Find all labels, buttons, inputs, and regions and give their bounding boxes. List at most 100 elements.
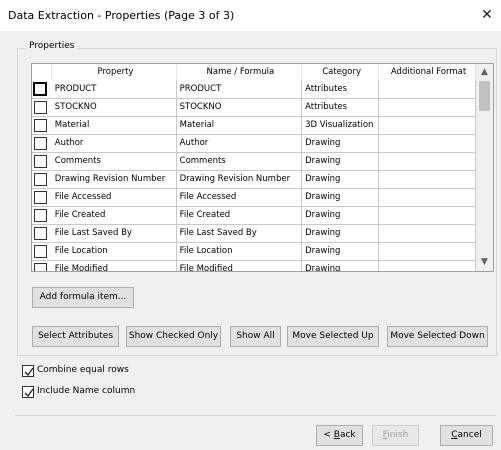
row-check-cell: [32, 152, 52, 171]
table-row[interactable]: File Modified File Modified Drawing: [32, 260, 476, 271]
properties-grid[interactable]: Property Name / Formula Category Additio…: [31, 63, 494, 272]
row-checkbox[interactable]: [34, 101, 47, 114]
property-cell: File Accessed: [51, 188, 177, 207]
property-cell: Drawing Revision Number: [51, 170, 177, 189]
category-cell: Drawing: [301, 188, 380, 207]
additional-format-cell[interactable]: [378, 134, 476, 153]
name-formula-cell: File Location: [176, 242, 303, 261]
row-checkbox[interactable]: [34, 173, 47, 186]
add-formula-item-button[interactable]: Add formula item...: [32, 287, 134, 308]
name-formula-cell: STOCKNO: [176, 98, 303, 117]
row-check-cell: [32, 98, 52, 117]
footer-separator: [15, 415, 496, 416]
row-checkbox[interactable]: [34, 209, 47, 222]
table-row[interactable]: File Last Saved By File Last Saved By Draw…: [32, 224, 476, 243]
category-cell: Drawing: [301, 206, 380, 225]
additional-format-cell[interactable]: [378, 242, 476, 261]
column-header-category[interactable]: Category: [301, 64, 380, 80]
include-name-column-label: Include Name column: [37, 386, 136, 396]
select-attributes-button[interactable]: Select Attributes: [32, 326, 119, 347]
table-row[interactable]: Comments Comments Drawing: [32, 152, 476, 171]
combine-equal-rows-checkbox[interactable]: [22, 365, 34, 377]
cancel-button[interactable]: Cancel: [440, 425, 493, 446]
category-cell: Drawing: [301, 152, 380, 171]
checkmark-icon: [24, 388, 34, 398]
scroll-thumb[interactable]: [479, 81, 490, 111]
row-check-cell: [32, 206, 52, 225]
show-checked-only-button[interactable]: Show Checked Only: [126, 326, 221, 347]
cancel-rest: ancel: [457, 430, 482, 440]
row-checkbox[interactable]: [34, 119, 47, 132]
column-header-property[interactable]: Property: [51, 64, 177, 80]
name-formula-cell: Material: [176, 116, 303, 135]
scroll-up-icon[interactable]: ▲: [476, 64, 493, 81]
property-cell: File Modified: [51, 260, 177, 271]
table-row[interactable]: File Location File Location Drawing: [32, 242, 476, 261]
name-formula-cell: File Last Saved By: [176, 224, 303, 243]
table-row[interactable]: File Created File Created Drawing: [32, 206, 476, 225]
name-formula-cell: PRODUCT: [176, 80, 303, 99]
row-checkbox[interactable]: [33, 81, 47, 96]
property-cell: Material: [51, 116, 177, 135]
table-row[interactable]: Material Material 3D Visualization: [32, 116, 476, 135]
table-row[interactable]: PRODUCT PRODUCT Attributes: [32, 80, 476, 99]
row-check-cell: [32, 260, 52, 271]
table-row[interactable]: Author Author Drawing: [32, 134, 476, 153]
additional-format-cell[interactable]: [378, 260, 476, 271]
column-header-name-formula[interactable]: Name / Formula: [176, 64, 303, 80]
name-formula-cell: Author: [176, 134, 303, 153]
table-row[interactable]: File Accessed File Accessed Drawing: [32, 188, 476, 207]
category-cell: Drawing: [301, 242, 380, 261]
additional-format-cell[interactable]: [378, 206, 476, 225]
finish-rest: inish: [387, 430, 409, 440]
additional-format-cell[interactable]: [378, 116, 476, 135]
category-cell: Drawing: [301, 260, 380, 271]
row-check-cell: [32, 116, 52, 135]
row-check-cell: [32, 188, 52, 207]
name-formula-cell: File Accessed: [176, 188, 303, 207]
row-checkbox[interactable]: [34, 137, 47, 150]
row-check-cell: [32, 224, 52, 243]
additional-format-cell[interactable]: [378, 224, 476, 243]
row-checkbox[interactable]: [34, 263, 47, 271]
row-check-cell: [32, 170, 52, 189]
table-header-row: Property Name / Formula Category Additio…: [32, 64, 476, 80]
finish-button: Finish: [372, 425, 419, 446]
row-checkbox[interactable]: [34, 245, 47, 258]
table-row[interactable]: Drawing Revision Number Drawing Revision …: [32, 170, 476, 189]
category-cell: Attributes: [301, 80, 380, 99]
move-selected-up-button[interactable]: Move Selected Up: [287, 326, 379, 347]
move-selected-down-button[interactable]: Move Selected Down: [387, 326, 488, 347]
show-all-button[interactable]: Show All: [230, 326, 281, 347]
name-formula-cell: Drawing Revision Number: [176, 170, 303, 189]
additional-format-cell[interactable]: [378, 170, 476, 189]
row-check-cell: [32, 80, 52, 99]
close-icon[interactable]: ✕: [473, 0, 501, 31]
name-formula-cell: File Modified: [176, 260, 303, 271]
table-body: PRODUCT PRODUCT Attributes STOCKNO STOCKNO At…: [32, 80, 476, 271]
category-cell: 3D Visualization: [301, 116, 380, 135]
property-cell: File Created: [51, 206, 177, 225]
property-cell: STOCKNO: [51, 98, 177, 117]
property-cell: Author: [51, 134, 177, 153]
window-title: Data Extraction - Properties (Page 3 of …: [8, 9, 235, 22]
additional-format-cell[interactable]: [378, 98, 476, 117]
name-formula-cell: Comments: [176, 152, 303, 171]
vertical-scrollbar[interactable]: ▲ ▼: [476, 64, 493, 271]
include-name-column-checkbox[interactable]: [22, 386, 34, 398]
properties-table: Property Name / Formula Category Additio…: [32, 64, 476, 271]
property-cell: Comments: [51, 152, 177, 171]
row-checkbox[interactable]: [34, 155, 47, 168]
additional-format-cell[interactable]: [378, 80, 476, 99]
back-button[interactable]: < Back: [316, 425, 363, 446]
additional-format-cell[interactable]: [378, 152, 476, 171]
column-header-additional-format[interactable]: Additional Format: [378, 64, 476, 80]
additional-format-cell[interactable]: [378, 188, 476, 207]
category-cell: Drawing: [301, 134, 380, 153]
table-row[interactable]: STOCKNO STOCKNO Attributes: [32, 98, 476, 117]
row-checkbox[interactable]: [34, 227, 47, 240]
row-checkbox[interactable]: [34, 191, 47, 204]
title-bar: Data Extraction - Properties (Page 3 of …: [0, 0, 501, 31]
property-cell: PRODUCT: [51, 80, 177, 99]
scroll-down-icon[interactable]: ▼: [476, 254, 493, 271]
